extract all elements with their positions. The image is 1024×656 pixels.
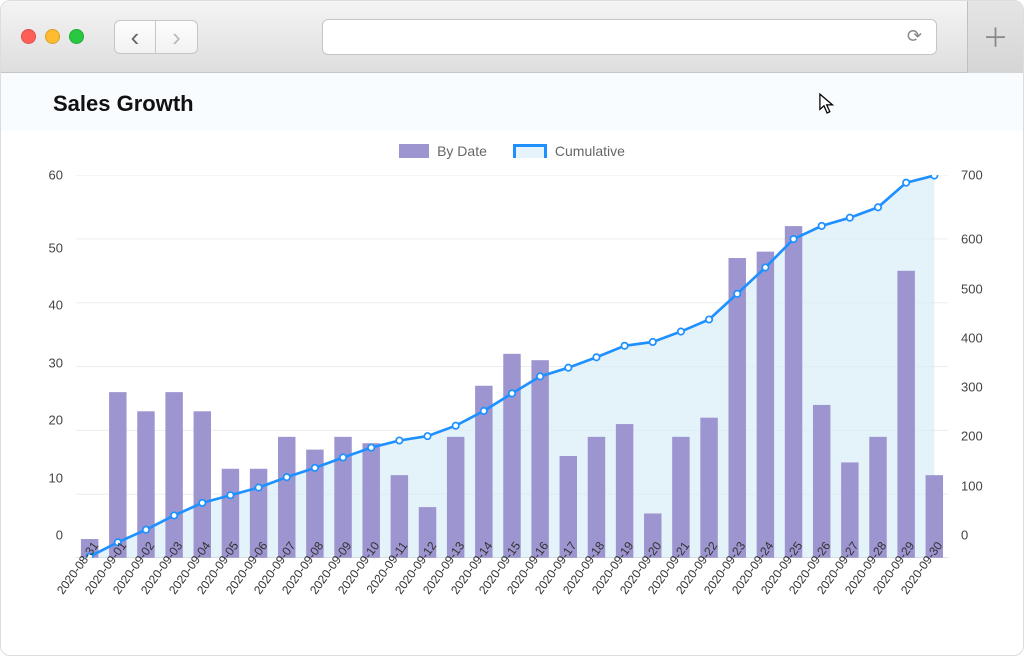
bar[interactable] xyxy=(137,411,154,558)
line-point[interactable] xyxy=(509,390,515,396)
line-point[interactable] xyxy=(790,236,796,242)
titlebar: ⟳ ＋ xyxy=(1,1,1023,73)
line-point[interactable] xyxy=(650,339,656,345)
bar[interactable] xyxy=(757,252,774,559)
line-point[interactable] xyxy=(424,433,430,439)
chart-legend: By Date Cumulative xyxy=(33,131,991,165)
window-controls xyxy=(11,29,84,44)
forward-button[interactable] xyxy=(156,20,198,54)
line-point[interactable] xyxy=(284,474,290,480)
chart-plot: 6050403020100 7006005004003002001000 xyxy=(33,175,991,535)
line-point[interactable] xyxy=(819,223,825,229)
url-bar[interactable]: ⟳ xyxy=(322,19,937,55)
line-point[interactable] xyxy=(396,437,402,443)
zoom-icon[interactable] xyxy=(69,29,84,44)
minimize-icon[interactable] xyxy=(45,29,60,44)
bar[interactable] xyxy=(503,354,520,558)
bar[interactable] xyxy=(785,226,802,558)
line-point[interactable] xyxy=(847,215,853,221)
x-axis: 2020-08-312020-09-012020-09-022020-09-03… xyxy=(33,539,991,623)
line-point[interactable] xyxy=(621,343,627,349)
browser-window: ⟳ ＋ Sales Growth By Date Cumulative 6050… xyxy=(0,0,1024,656)
legend-label: Cumulative xyxy=(555,143,625,159)
line-point[interactable] xyxy=(593,354,599,360)
line-point[interactable] xyxy=(199,500,205,506)
line-point[interactable] xyxy=(931,175,937,179)
line-point[interactable] xyxy=(452,423,458,429)
line-point[interactable] xyxy=(537,373,543,379)
back-button[interactable] xyxy=(114,20,156,54)
bar[interactable] xyxy=(194,411,211,558)
nav-buttons xyxy=(114,20,198,54)
line-point[interactable] xyxy=(368,444,374,450)
line-swatch-icon xyxy=(513,144,547,158)
bar[interactable] xyxy=(813,405,830,558)
page-content: Sales Growth By Date Cumulative 60504030… xyxy=(1,73,1023,656)
line-point[interactable] xyxy=(903,179,909,185)
line-point[interactable] xyxy=(227,492,233,498)
line-point[interactable] xyxy=(143,527,149,533)
bar[interactable] xyxy=(109,392,126,558)
line-point[interactable] xyxy=(706,316,712,322)
line-point[interactable] xyxy=(312,465,318,471)
line-point[interactable] xyxy=(875,204,881,210)
new-tab-button[interactable]: ＋ xyxy=(967,1,1023,73)
bar[interactable] xyxy=(728,258,745,558)
line-point[interactable] xyxy=(481,408,487,414)
line-point[interactable] xyxy=(255,484,261,490)
line-point[interactable] xyxy=(678,328,684,334)
line-point[interactable] xyxy=(565,364,571,370)
sales-growth-chart: By Date Cumulative 6050403020100 7006005… xyxy=(33,131,991,623)
legend-label: By Date xyxy=(437,143,487,159)
line-point[interactable] xyxy=(340,454,346,460)
line-point[interactable] xyxy=(762,264,768,270)
bar-swatch-icon xyxy=(399,144,429,158)
reload-icon[interactable]: ⟳ xyxy=(907,26,922,47)
bar[interactable] xyxy=(165,392,182,558)
legend-item-cumulative[interactable]: Cumulative xyxy=(513,143,625,159)
bar[interactable] xyxy=(531,360,548,558)
close-icon[interactable] xyxy=(21,29,36,44)
page-title: Sales Growth xyxy=(1,73,1023,131)
legend-item-bydate[interactable]: By Date xyxy=(399,143,487,159)
line-point[interactable] xyxy=(171,512,177,518)
chart-svg xyxy=(33,175,991,558)
bar[interactable] xyxy=(897,271,914,558)
line-point[interactable] xyxy=(734,291,740,297)
bar[interactable] xyxy=(700,418,717,559)
